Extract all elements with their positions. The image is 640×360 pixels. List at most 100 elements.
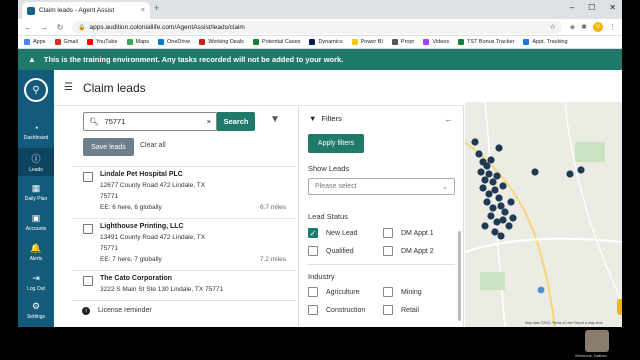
minimize-button[interactable]: – xyxy=(570,3,574,12)
map-marker[interactable] xyxy=(493,172,501,180)
checkbox[interactable] xyxy=(383,305,393,315)
bookmark-item[interactable]: Working Deals xyxy=(199,39,244,45)
tab-close-icon[interactable]: × xyxy=(141,7,145,14)
map-marker[interactable] xyxy=(577,166,585,174)
extension-icon[interactable]: ◈ xyxy=(570,23,575,31)
map-marker[interactable] xyxy=(491,186,499,194)
map-marker[interactable] xyxy=(491,228,499,236)
bookmark-item[interactable]: TST Bonus Tracker xyxy=(458,39,514,45)
checkbox[interactable] xyxy=(383,287,393,297)
maximize-button[interactable]: ☐ xyxy=(588,3,595,12)
map-marker[interactable] xyxy=(531,168,539,176)
license-reminder[interactable]: i License reminder xyxy=(72,300,296,320)
app-logo-icon[interactable]: ⚲ xyxy=(24,78,48,102)
map-marker[interactable] xyxy=(481,222,489,230)
bookmark-item[interactable]: Power BI xyxy=(351,39,383,45)
industry-option-mining[interactable]: Mining xyxy=(383,287,422,297)
filter-icon[interactable]: ▼ xyxy=(270,114,280,125)
map-marker[interactable] xyxy=(489,204,497,212)
map-marker[interactable] xyxy=(483,198,491,206)
bookmark-item[interactable]: Appt. Tracking xyxy=(523,39,568,45)
checkbox[interactable] xyxy=(308,287,318,297)
map-marker[interactable] xyxy=(499,182,507,190)
map-marker[interactable] xyxy=(566,170,574,178)
industry-option-agriculture[interactable]: Agriculture xyxy=(308,287,359,297)
map-marker[interactable] xyxy=(485,170,493,178)
forward-arrow-icon[interactable]: → xyxy=(40,23,48,32)
nav-settings[interactable]: ⚙ Settings xyxy=(18,296,54,324)
bookmark-item[interactable]: Videos xyxy=(423,39,449,45)
bookmark-item[interactable]: Maps xyxy=(126,39,149,45)
address-bar[interactable]: 🔒 apps.audition.coloniallife.com/AgentAs… xyxy=(72,20,562,34)
map-marker[interactable] xyxy=(477,168,485,176)
bookmark-item[interactable]: Potential Cases xyxy=(252,39,300,45)
street-view-pegman-icon[interactable] xyxy=(617,299,622,315)
extension-puzzle-icon[interactable]: ✱ xyxy=(581,23,587,31)
status-option-new-lead[interactable]: ✓ New Lead xyxy=(308,228,358,238)
reload-icon[interactable]: ↻ xyxy=(56,23,64,32)
browser-tab[interactable]: Claim leads - Agent Assist × xyxy=(22,2,150,19)
map-marker[interactable] xyxy=(487,212,495,220)
map-marker[interactable] xyxy=(471,138,479,146)
status-option-dm-appt-2[interactable]: DM Appt 2 xyxy=(383,246,434,256)
lead-item[interactable]: Lighthouse Printing, LLC 13491 County Ro… xyxy=(72,218,296,270)
show-leads-select[interactable]: Please select ⌄ xyxy=(308,178,455,195)
back-arrow-icon[interactable]: ← xyxy=(24,23,32,32)
industry-option-retail[interactable]: Retail xyxy=(383,305,419,315)
checkbox[interactable] xyxy=(308,246,318,256)
apply-filters-button[interactable]: Apply filters xyxy=(308,134,364,153)
bookmark-item[interactable]: Propr xyxy=(391,39,414,45)
nav-alerts[interactable]: 🔔 Alerts xyxy=(18,238,54,266)
checkbox[interactable] xyxy=(308,305,318,315)
menu-dots-icon[interactable]: ⋮ xyxy=(609,23,616,31)
status-option-qualified[interactable]: Qualified xyxy=(308,246,354,256)
map-marker[interactable] xyxy=(497,232,505,240)
bookmark-item[interactable]: Gmail xyxy=(54,39,78,45)
map-marker[interactable] xyxy=(489,178,497,186)
map-marker[interactable] xyxy=(495,194,503,202)
hamburger-menu-icon[interactable]: ☰ xyxy=(64,82,73,93)
search-button[interactable]: Search xyxy=(217,112,255,131)
map-marker[interactable] xyxy=(507,198,515,206)
profile-avatar[interactable]: V xyxy=(593,22,603,32)
nav-accounts[interactable]: ▣ Accounts xyxy=(18,208,54,236)
map-marker[interactable] xyxy=(499,216,507,224)
star-icon[interactable]: ☆ xyxy=(550,23,556,31)
lead-checkbox[interactable] xyxy=(83,224,93,234)
bookmark-item[interactable]: OneDrive xyxy=(158,39,190,45)
map-marker[interactable] xyxy=(509,214,517,222)
map-view[interactable]: Map data ©2021 Terms of Use Report a map… xyxy=(465,102,622,327)
close-window-button[interactable]: ✕ xyxy=(609,3,616,12)
new-tab-button[interactable]: + xyxy=(154,3,159,13)
bookmark-item[interactable]: Dynamics xyxy=(309,39,343,45)
bookmark-item[interactable]: Apps xyxy=(24,39,46,45)
industry-option-construction[interactable]: Construction xyxy=(308,305,365,315)
map-marker[interactable] xyxy=(483,162,491,170)
lead-item[interactable]: The Cato Corporation 3222 S Main St Ste … xyxy=(72,270,296,300)
map-marker[interactable] xyxy=(505,222,513,230)
clear-search-icon[interactable]: × xyxy=(207,117,211,126)
search-input[interactable]: 🔍︎ 75771 × xyxy=(83,112,217,131)
map-marker[interactable] xyxy=(475,150,483,158)
save-leads-button[interactable]: Save leads xyxy=(83,138,134,156)
map-marker[interactable] xyxy=(487,156,495,164)
back-arrow-icon[interactable]: ← xyxy=(444,114,453,124)
lead-checkbox[interactable] xyxy=(83,172,93,182)
nav-leads[interactable]: ⓘ Leads xyxy=(18,148,54,176)
map-marker[interactable] xyxy=(485,190,493,198)
nav-log-out[interactable]: ⇥ Log Out xyxy=(18,268,54,296)
bookmark-item[interactable]: YouTube xyxy=(86,39,118,45)
checkbox-checked[interactable]: ✓ xyxy=(308,228,318,238)
status-option-dm-appt-1[interactable]: DM Appt 1 xyxy=(383,228,434,238)
nav-daily-plan[interactable]: ▦ Daily Plan xyxy=(18,178,54,206)
lead-checkbox[interactable] xyxy=(83,276,93,286)
map-marker[interactable] xyxy=(479,184,487,192)
map-marker[interactable] xyxy=(497,202,505,210)
lead-item[interactable]: Lindale Pet Hospital PLC 12677 County Ro… xyxy=(72,166,296,218)
clear-all-link[interactable]: Clear all xyxy=(140,142,166,149)
filters-scrollbar[interactable] xyxy=(458,231,461,321)
map-marker[interactable] xyxy=(481,176,489,184)
map-marker[interactable] xyxy=(501,208,509,216)
nav-dashboard[interactable]: ◔ Dashboard xyxy=(18,118,54,146)
map-marker-selected[interactable] xyxy=(537,286,545,294)
